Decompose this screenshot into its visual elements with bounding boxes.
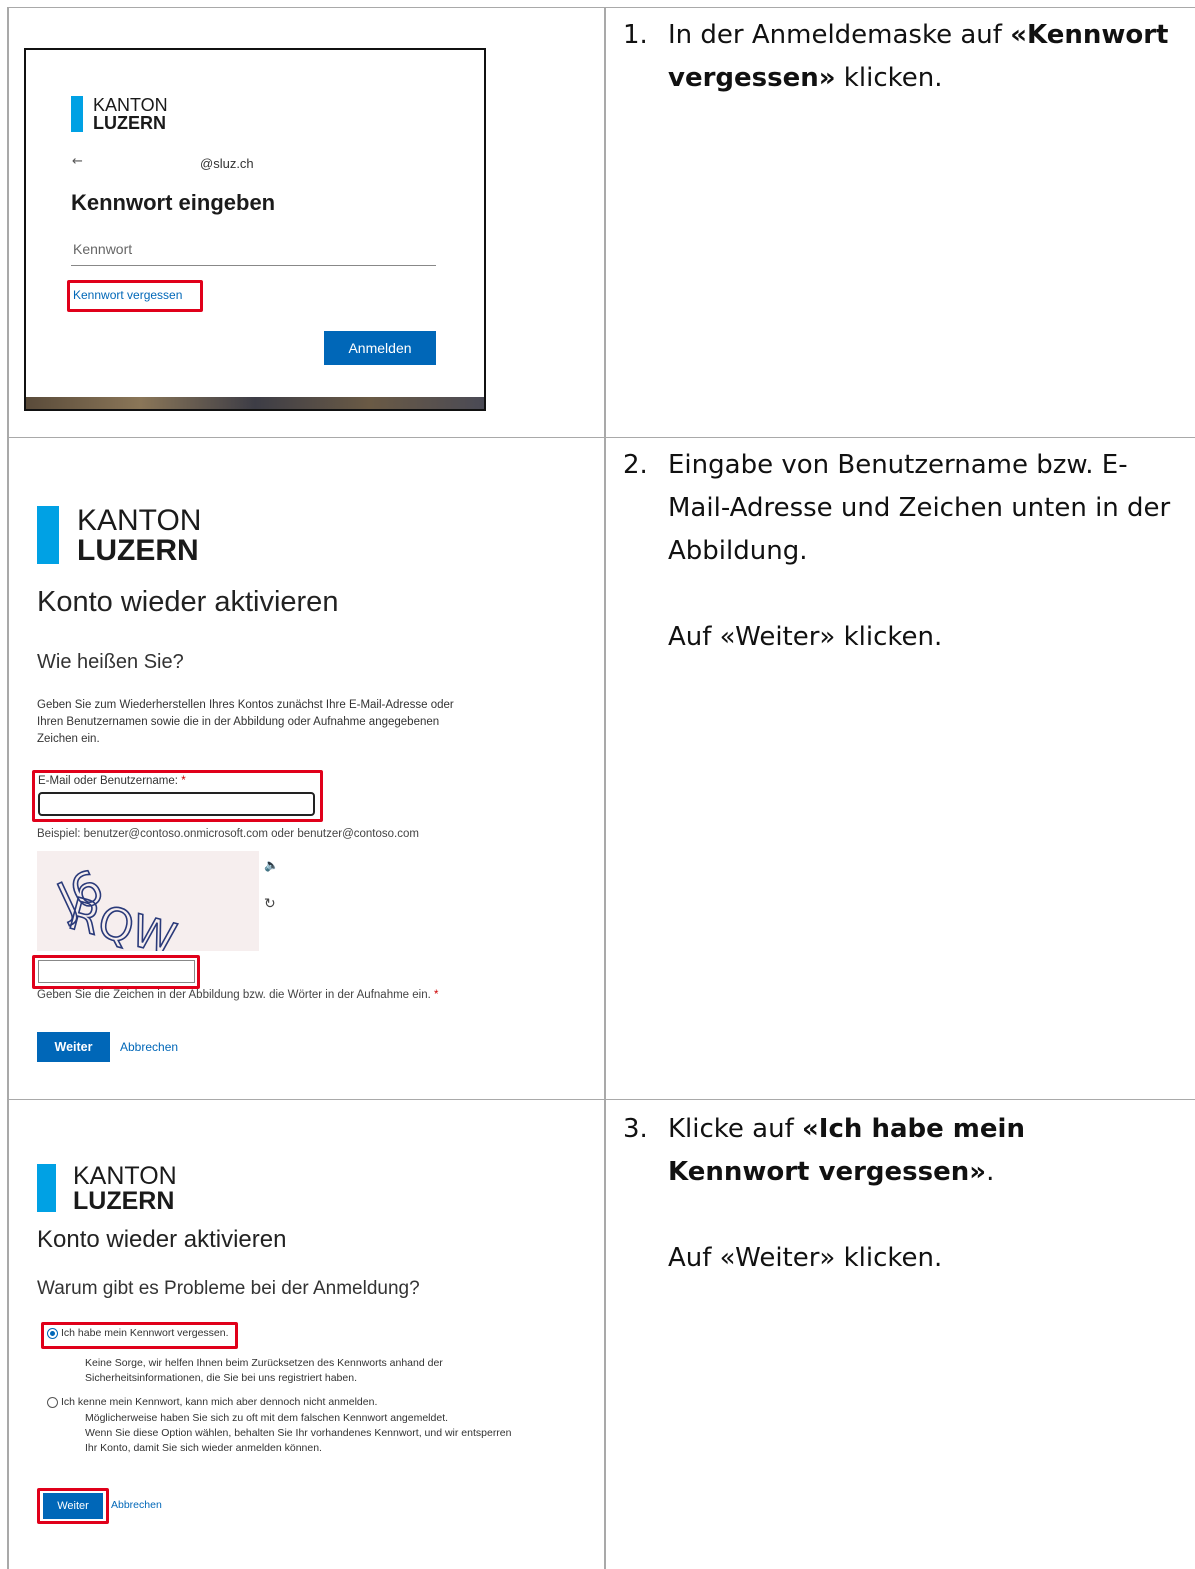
step-text-2: Auf «Weiter» klicken.	[668, 622, 943, 652]
required-mark: *	[434, 989, 439, 1001]
password-placeholder: Kennwort	[73, 241, 133, 257]
table-row-1: KANTON LUZERN ← @sluz.ch Kennwort eingeb…	[7, 7, 1195, 437]
row-3-screenshot-cell: KANTON LUZERN Konto wieder aktivieren Wa…	[7, 1100, 605, 1569]
row-2-screenshot-cell: KANTON LUZERN Konto wieder aktivieren Wi…	[7, 438, 605, 1099]
cancel-link[interactable]: Abbrechen	[120, 1040, 178, 1054]
radio-option-locked[interactable]: Ich kenne mein Kennwort, kann mich aber …	[47, 1396, 377, 1408]
logo-line-luzern: LUZERN	[93, 113, 166, 133]
row-1-screenshot-cell: KANTON LUZERN ← @sluz.ch Kennwort eingeb…	[7, 8, 605, 437]
required-mark: *	[181, 775, 186, 787]
page-title: Konto wieder aktivieren	[37, 1226, 287, 1253]
logo-line-kanton: KANTON	[93, 95, 168, 115]
option-2-desc-line-3: Ihr Konto, damit Sie sich wieder anmelde…	[85, 1442, 322, 1454]
option-1-description: Keine Sorge, wir helfen Ihnen beim Zurüc…	[85, 1356, 443, 1386]
step-text-post: .	[986, 1157, 995, 1187]
row-1-instruction-cell: 1. In der Anmeldemaske auf «Kennwort ver…	[605, 8, 1195, 437]
radio-option-forgot[interactable]: Ich habe mein Kennwort vergessen.	[47, 1327, 229, 1339]
kanton-logo-text: KANTON LUZERN	[77, 506, 201, 566]
row-3-instruction-cell: 3. Klicke auf «Ich habe mein Kennwort ve…	[605, 1100, 1195, 1569]
option-1-desc-line-2: Sicherheitsinformationen, die Sie bei un…	[85, 1372, 357, 1384]
section-subtitle: Wie heißen Sie?	[37, 651, 184, 673]
step-text-pre: In der Anmeldemaske auf	[668, 20, 1011, 50]
kanton-logo-bar	[37, 1164, 56, 1212]
row-2-instruction-cell: 2. Eingabe von Benutzername bzw. E-Mail-…	[605, 438, 1195, 1099]
step-text: Klicke auf «Ich habe mein Kennwort verge…	[668, 1108, 1173, 1194]
email-input[interactable]	[38, 792, 315, 816]
password-input[interactable]: Kennwort	[71, 236, 436, 266]
kanton-logo-text: KANTON LUZERN	[93, 96, 168, 132]
step-text: Eingabe von Benutzername bzw. E-Mail-Adr…	[668, 450, 1171, 566]
option-2-desc-line-2: Wenn Sie diese Option wählen, behalten S…	[85, 1427, 512, 1439]
page-title: Konto wieder aktivieren	[37, 586, 339, 618]
kanton-logo-text: KANTON LUZERN	[73, 1164, 177, 1214]
next-button[interactable]: Weiter	[37, 1032, 110, 1062]
option-2-description: Möglicherweise haben Sie sich zu oft mit…	[85, 1411, 512, 1456]
radio-unselected-icon[interactable]	[47, 1396, 58, 1408]
captcha-hint: Geben Sie die Zeichen in der Abbildung b…	[37, 989, 438, 1001]
step-text: In der Anmeldemaske auf «Kennwort verges…	[668, 14, 1173, 100]
logo-line-luzern: LUZERN	[77, 534, 199, 567]
svg-text:RQW: RQW	[63, 888, 181, 951]
back-arrow-icon[interactable]: ←	[72, 154, 83, 169]
radio-option-forgot-label: Ich habe mein Kennwort vergessen.	[61, 1327, 229, 1339]
step-text-post: klicken.	[835, 63, 943, 93]
step-text-2: Auf «Weiter» klicken.	[668, 1243, 943, 1273]
table-row-2: KANTON LUZERN Konto wieder aktivieren Wi…	[7, 437, 1195, 1099]
step-number: 2.	[623, 450, 648, 480]
email-example: Beispiel: benutzer@contoso.onmicrosoft.c…	[37, 828, 419, 840]
step-number: 3.	[623, 1114, 648, 1144]
captcha-hint-text: Geben Sie die Zeichen in der Abbildung b…	[37, 989, 431, 1001]
kanton-logo-bar	[37, 506, 59, 564]
cancel-link[interactable]: Abbrechen	[111, 1499, 162, 1511]
refresh-captcha-icon[interactable]: ↻	[264, 896, 276, 912]
instructions-text: Geben Sie zum Wiederherstellen Ihres Kon…	[37, 699, 454, 745]
background-strip	[26, 397, 484, 409]
logo-line-kanton: KANTON	[77, 504, 202, 537]
account-email: @sluz.ch	[200, 156, 254, 171]
captcha-input[interactable]	[38, 960, 195, 983]
step-text-block: Klicke auf «Ich habe mein Kennwort verge…	[668, 1108, 1173, 1280]
step-number: 1.	[623, 20, 648, 50]
step-text-pre: Klicke auf	[668, 1114, 803, 1144]
radio-selected-icon[interactable]	[47, 1327, 58, 1339]
forgot-password-link[interactable]: Kennwort vergessen	[73, 288, 182, 302]
instruction-table: KANTON LUZERN ← @sluz.ch Kennwort eingeb…	[7, 7, 1195, 1569]
option-2-desc-line-1: Möglicherweise haben Sie sich zu oft mit…	[85, 1412, 449, 1424]
signin-heading: Kennwort eingeben	[71, 190, 276, 215]
logo-line-kanton: KANTON	[73, 1162, 177, 1190]
email-label: E-Mail oder Benutzername: *	[38, 775, 186, 787]
logo-line-luzern: LUZERN	[73, 1187, 175, 1215]
radio-option-locked-label: Ich kenne mein Kennwort, kann mich aber …	[61, 1396, 378, 1408]
signin-screenshot: KANTON LUZERN ← @sluz.ch Kennwort eingeb…	[24, 48, 486, 411]
audio-captcha-icon[interactable]: 🔈	[264, 858, 279, 872]
section-subtitle: Warum gibt es Probleme bei der Anmeldung…	[37, 1278, 420, 1299]
signin-button[interactable]: Anmelden	[324, 331, 436, 365]
kanton-logo-bar	[71, 96, 83, 132]
step-text-block: Eingabe von Benutzername bzw. E-Mail-Adr…	[668, 444, 1173, 659]
captcha-glyphs: J6 RQW	[46, 859, 182, 967]
captcha-image: J6 RQW	[37, 851, 259, 967]
email-label-text: E-Mail oder Benutzername:	[38, 775, 178, 787]
table-row-3: KANTON LUZERN Konto wieder aktivieren Wa…	[7, 1099, 1195, 1569]
next-button[interactable]: Weiter	[43, 1493, 103, 1519]
option-1-desc-line-1: Keine Sorge, wir helfen Ihnen beim Zurüc…	[85, 1357, 443, 1369]
